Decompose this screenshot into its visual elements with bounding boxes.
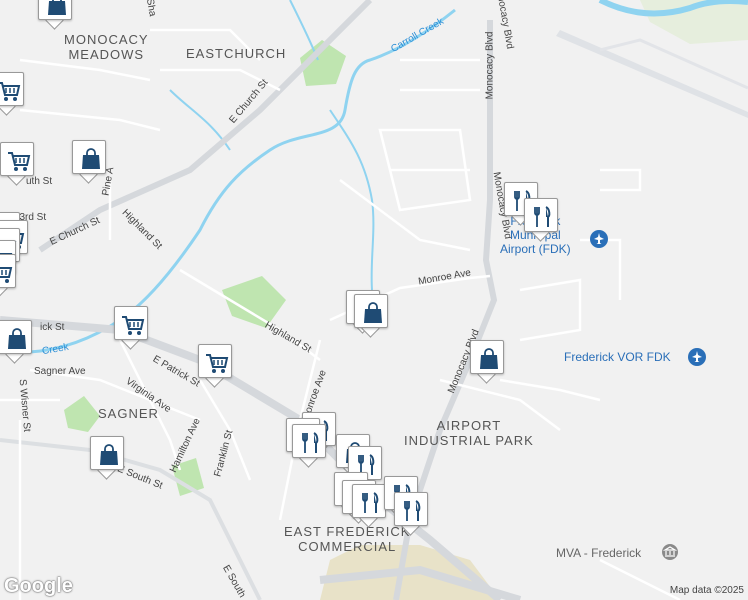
area-label-airport-industrial-park: AIRPORT INDUSTRIAL PARK bbox=[404, 418, 534, 448]
map-marker[interactable] bbox=[114, 306, 148, 350]
map-marker[interactable] bbox=[0, 72, 24, 116]
poi-label-mva[interactable]: MVA - Frederick bbox=[556, 546, 641, 560]
map-marker[interactable] bbox=[90, 436, 124, 480]
map-marker[interactable] bbox=[352, 484, 386, 528]
area-label-east-frederick-commercial: EAST FREDERICK COMMERCIAL bbox=[284, 524, 411, 554]
road-label-patrick-st: ick St bbox=[40, 322, 65, 333]
map-marker[interactable] bbox=[0, 320, 32, 364]
map-marker[interactable] bbox=[292, 424, 326, 468]
map-marker[interactable] bbox=[354, 294, 388, 338]
poi-label-frederick-vor[interactable]: Frederick VOR FDK bbox=[564, 350, 671, 364]
area-label-sagner: SAGNER bbox=[98, 406, 159, 421]
map-marker[interactable] bbox=[394, 492, 428, 536]
area-label-eastchurch: EASTCHURCH bbox=[186, 46, 287, 61]
map-marker[interactable] bbox=[524, 198, 558, 242]
airport-icon[interactable] bbox=[688, 348, 706, 366]
map-marker[interactable] bbox=[198, 344, 232, 388]
park-area bbox=[64, 396, 100, 432]
road-label-monocacy-blvd: Monocacy Blvd bbox=[484, 31, 496, 100]
map-marker[interactable] bbox=[470, 340, 504, 384]
google-logo[interactable]: Google bbox=[4, 575, 73, 598]
road-label-sagner-ave: Sagner Ave bbox=[34, 366, 86, 377]
map-marker[interactable] bbox=[72, 140, 106, 184]
map-marker[interactable] bbox=[0, 142, 34, 186]
road-label-sha: Sha bbox=[143, 0, 158, 18]
map-marker[interactable] bbox=[0, 254, 16, 298]
stream bbox=[289, 0, 319, 61]
map-canvas[interactable]: MONOCACY MEADOWS EASTCHURCH SAGNER AIRPO… bbox=[0, 0, 748, 600]
minor-roads bbox=[0, 28, 681, 600]
map-marker[interactable] bbox=[38, 0, 72, 30]
map-attribution[interactable]: Map data ©2025 bbox=[670, 585, 744, 596]
government-building-icon[interactable] bbox=[662, 544, 678, 560]
airport-icon[interactable] bbox=[590, 230, 608, 248]
area-label-monocacy-meadows: MONOCACY MEADOWS bbox=[64, 32, 149, 62]
